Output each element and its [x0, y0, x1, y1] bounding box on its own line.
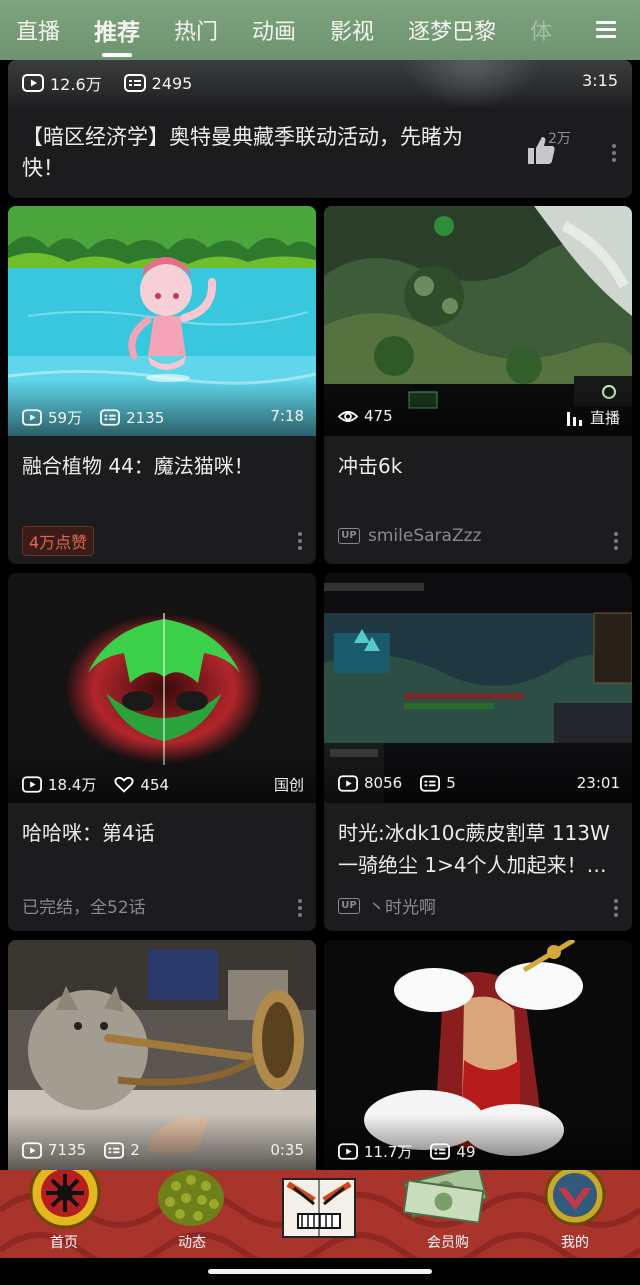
nav-me[interactable]: 我的: [535, 1232, 615, 1252]
tab-hot[interactable]: 热门: [174, 14, 218, 46]
video-stats: 475: [338, 407, 411, 425]
nav-home[interactable]: 首页: [24, 1232, 104, 1252]
tab-live[interactable]: 直播: [16, 14, 60, 46]
live-label: 直播: [589, 409, 620, 427]
top-navigation: 直播 推荐 热门 动画 影视 逐梦巴黎 体: [0, 0, 640, 60]
video-meta: 4万点赞: [22, 526, 95, 556]
viewer-count: 475: [364, 407, 393, 425]
video-card[interactable]: 475 直播 冲击6k UP smileSaraZzz: [324, 206, 632, 564]
view-count: 18.4万: [48, 776, 97, 794]
video-duration: 7:18: [270, 407, 304, 425]
video-title: 冲击6k: [338, 454, 403, 478]
video-thumbnail: [324, 206, 632, 436]
video-stats: 11.7万 49: [338, 1141, 494, 1162]
danmaku-icon: [123, 74, 146, 92]
publish-icon[interactable]: [282, 1178, 356, 1238]
tab-overflow[interactable]: 体: [530, 14, 552, 46]
video-duration: 3:15: [582, 71, 618, 90]
video-title: 【暗区经济学】奥特曼典藏季联动活动，先睹为快！: [22, 125, 463, 180]
danmaku-count: 5: [446, 774, 456, 792]
video-stats: 8056 5: [338, 774, 474, 792]
video-thumbnail: [8, 940, 316, 1170]
video-card[interactable]: 11.7万 49: [324, 940, 632, 1200]
uploader-icon: UP: [338, 897, 360, 914]
video-card[interactable]: 8056 5 23:01 时光:冰dk10c蕨皮割草 113W 一骑绝尘 1>4…: [324, 573, 632, 931]
uploader-name[interactable]: smileSaraZzz: [368, 526, 481, 546]
play-count-icon: [22, 1141, 42, 1159]
play-count-icon: [338, 1143, 358, 1160]
video-stats: 59万 2135: [22, 407, 182, 428]
uploader-name[interactable]: 丶时光啊: [368, 893, 436, 918]
video-card[interactable]: 7135 2 0:35: [8, 940, 316, 1200]
video-thumbnail: [8, 206, 316, 436]
home-icon[interactable]: [28, 1170, 102, 1230]
like-count: 2万: [548, 131, 571, 147]
danmaku-icon: [430, 1143, 451, 1160]
play-count-icon: [338, 774, 358, 792]
danmaku-count: 49: [456, 1142, 476, 1161]
video-card-top[interactable]: 12.6万 2495 3:15 【暗区经济学】奥特曼典藏季联动活动，先睹为快！ …: [8, 60, 632, 198]
video-meta: UP 丶时光啊: [338, 893, 436, 918]
video-thumbnail: [324, 573, 632, 803]
danmaku-icon: [104, 1141, 125, 1159]
view-count: 7135: [48, 1141, 87, 1159]
nav-dynamic[interactable]: 动态: [152, 1232, 232, 1252]
danmaku-icon: [100, 409, 121, 426]
like-count: 454: [140, 775, 170, 794]
video-title: 时光:冰dk10c蕨皮割草 113W 一骑绝尘 1>4个人加起来！…: [338, 821, 610, 877]
video-thumbnail: [324, 940, 632, 1170]
video-title: 哈哈咪：第4话: [22, 821, 155, 845]
video-card[interactable]: 59万 2135 7:18 融合植物 44：魔法猫咪！ 4万点赞: [8, 206, 316, 564]
view-count: 8056: [364, 774, 403, 792]
heart-icon: [114, 776, 134, 793]
more-options-icon[interactable]: [612, 144, 616, 165]
tab-paris[interactable]: 逐梦巴黎: [408, 14, 496, 46]
play-count-icon: [22, 74, 44, 92]
live-bars-icon: [566, 411, 582, 426]
video-stats: 7135 2: [22, 1141, 158, 1159]
durian-icon[interactable]: [156, 1170, 226, 1228]
tab-anime[interactable]: 动画: [252, 14, 296, 46]
video-duration: 23:01: [576, 774, 620, 792]
live-indicator: 直播: [566, 407, 620, 428]
video-stats: 12.6万 2495: [22, 71, 214, 95]
danmaku-count: 2495: [151, 73, 193, 93]
likes-badge: 4万点赞: [22, 526, 95, 556]
view-count: 12.6万: [50, 75, 102, 94]
tab-film[interactable]: 影视: [330, 14, 374, 46]
play-count-icon: [22, 409, 42, 426]
eye-icon: [338, 410, 358, 422]
video-stats: 18.4万 454: [22, 774, 187, 795]
video-duration: 0:35: [270, 1141, 304, 1159]
danmaku-count: 2135: [126, 408, 165, 427]
danmaku-icon: [420, 774, 441, 792]
video-feed[interactable]: 12.6万 2495 3:15 【暗区经济学】奥特曼典藏季联动活动，先睹为快！ …: [0, 60, 640, 1200]
menu-icon[interactable]: [596, 21, 616, 39]
profile-icon[interactable]: [544, 1170, 606, 1226]
category-label: 国创: [273, 776, 304, 794]
video-meta: UP smileSaraZzz: [338, 526, 481, 546]
play-count-icon: [22, 776, 42, 793]
video-title: 融合植物 44：魔法猫咪！: [22, 454, 254, 478]
danmaku-count: 2: [130, 1141, 140, 1159]
video-card[interactable]: 18.4万 454 国创 哈哈咪：第4话 已完结，全52话: [8, 573, 316, 931]
view-count: 59万: [48, 409, 83, 427]
view-count: 11.7万: [364, 1143, 413, 1161]
more-options-icon[interactable]: [614, 532, 618, 553]
uploader-icon: UP: [338, 528, 360, 544]
nav-member-shop[interactable]: 会员购: [408, 1232, 488, 1252]
video-thumbnail: [8, 573, 316, 803]
tab-recommend[interactable]: 推荐: [94, 13, 140, 57]
more-options-icon[interactable]: [614, 899, 618, 920]
home-indicator[interactable]: [208, 1269, 432, 1274]
more-options-icon[interactable]: [298, 899, 302, 920]
money-icon[interactable]: [400, 1170, 492, 1228]
more-options-icon[interactable]: [298, 532, 302, 553]
episode-status: 已完结，全52话: [22, 898, 146, 918]
